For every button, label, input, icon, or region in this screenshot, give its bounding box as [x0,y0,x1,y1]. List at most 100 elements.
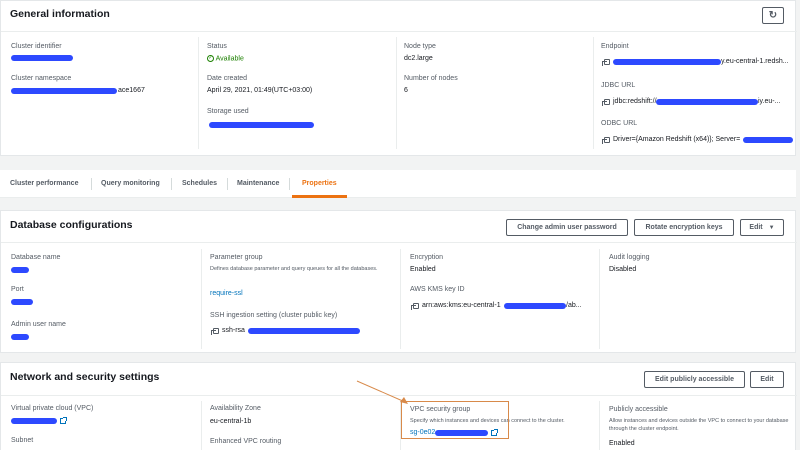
active-tab-indicator [292,195,347,198]
copy-icon[interactable] [602,137,610,144]
rotate-encryption-keys-button[interactable]: Rotate encryption keys [634,219,734,236]
port-redacted [11,299,33,305]
audit-logging-label: Audit logging [609,254,650,261]
database-configurations-title: Database configurations [10,219,133,231]
copy-icon[interactable] [411,303,419,310]
status-text: Available [215,55,244,63]
cluster-identifier-redacted [11,55,73,61]
refresh-icon: ↻ [768,10,778,21]
ssh-key-redacted [248,328,360,334]
jdbc-url-label: JDBC URL [601,82,636,89]
database-name-label: Database name [11,254,61,261]
refresh-button[interactable]: ↻ [762,7,784,24]
kms-key-redacted [504,303,566,309]
tab-cluster-performance[interactable]: Cluster performance [10,180,78,187]
cluster-identifier-label: Cluster identifier [11,43,62,50]
header-divider [1,242,797,243]
endpoint-label: Endpoint [601,43,629,50]
odbc-url-redacted [743,137,793,143]
endpoint-redacted [613,59,721,65]
external-link-icon[interactable] [60,417,67,424]
check-circle-icon: ✓ [207,55,214,62]
copy-icon[interactable] [211,328,219,335]
tab-separator [289,178,290,190]
date-created-label: Date created [207,75,248,82]
cluster-namespace-redacted [11,88,117,94]
encryption-label: Encryption [410,254,444,261]
general-information-panel: General information ↻ Cluster identifier… [0,0,797,156]
audit-logging-value: Disabled [609,266,637,273]
edit-network-button[interactable]: Edit [750,371,784,388]
number-of-nodes-label: Number of nodes [404,75,458,82]
database-configurations-panel: Database configurations Change admin use… [0,210,797,353]
odbc-url-label: ODBC URL [601,120,638,127]
caret-down-icon: ▼ [768,225,775,231]
storage-used-label: Storage used [207,108,249,115]
edit-db-config-button[interactable]: Edit ▼ [740,219,784,236]
kms-key-label: AWS KMS key ID [410,286,465,293]
network-security-title: Network and security settings [10,371,160,383]
date-created-value: April 29, 2021, 01:49(UTC+03:00) [207,87,313,94]
availability-zone-value: eu-central-1b [210,418,252,425]
cluster-tabs: Cluster performance Query monitoring Sch… [0,170,796,198]
cluster-namespace-label: Cluster namespace [11,75,72,82]
highlight-box [401,401,509,439]
port-label: Port [11,286,24,293]
tab-properties[interactable]: Properties [302,180,337,187]
node-type-label: Node type [404,43,436,50]
enhanced-vpc-routing-label: Enhanced VPC routing [210,438,282,445]
publicly-accessible-value: Enabled [609,440,635,447]
jdbc-url-redacted [656,99,758,105]
annotation-arrow [356,380,408,404]
col-divider [396,37,397,149]
copy-icon[interactable] [602,59,610,66]
jdbc-url-suffix[interactable]: iy.eu-... [758,98,780,105]
storage-used-redacted [209,122,314,128]
ssh-ingestion-label: SSH ingestion setting (cluster public ke… [210,312,338,319]
parameter-group-link[interactable]: require-ssl [210,290,243,297]
tab-maintenance[interactable]: Maintenance [237,180,279,187]
encryption-value: Enabled [410,266,436,273]
tab-separator [227,178,228,190]
header-divider [1,31,797,32]
publicly-accessible-label: Publicly accessible [609,406,668,413]
admin-user-name-redacted [11,334,29,340]
col-divider [400,249,401,349]
parameter-group-label: Parameter group [210,254,263,261]
node-type-value: dc2.large [404,55,433,62]
network-security-panel: Network and security settings Edit publi… [0,362,797,450]
endpoint-value[interactable]: y.eu-central-1.redsh... [721,58,789,65]
col-divider [201,401,202,450]
edit-label: Edit [749,224,763,231]
status-label: Status [207,43,227,50]
admin-user-name-label: Admin user name [11,321,66,328]
odbc-url-prefix[interactable]: Driver={Amazon Redshift (x64)}; Server= [613,136,740,143]
edit-publicly-accessible-button[interactable]: Edit publicly accessible [644,371,745,388]
parameter-group-description: Defines database parameter and query que… [210,266,378,272]
kms-key-suffix[interactable]: /ab... [566,302,582,309]
status-value: ✓ Available [207,55,244,62]
col-divider [198,37,199,149]
tab-separator [171,178,172,190]
publicly-accessible-description: Allow instances and devices outside the … [609,418,789,432]
general-information-title: General information [10,8,110,20]
tab-query-monitoring[interactable]: Query monitoring [101,180,160,187]
vpc-label: Virtual private cloud (VPC) [11,405,94,412]
col-divider [599,249,600,349]
subnet-label: Subnet [11,437,34,444]
jdbc-url-prefix[interactable]: jdbc:redshift:// [613,98,657,105]
kms-key-prefix[interactable]: arn:aws:kms:eu-central-1 [422,302,501,309]
col-divider [599,401,600,450]
vpc-id-redacted[interactable] [11,418,57,424]
number-of-nodes-value: 6 [404,87,408,94]
copy-icon[interactable] [602,99,610,106]
col-divider [201,249,202,349]
availability-zone-label: Availability Zone [210,405,261,412]
database-name-redacted [11,267,29,273]
ssh-key-prefix[interactable]: ssh-rsa [222,327,245,334]
cluster-namespace-value: ace1667 [118,87,145,94]
change-admin-password-button[interactable]: Change admin user password [506,219,628,236]
tab-schedules[interactable]: Schedules [182,180,217,187]
tab-separator [91,178,92,190]
col-divider [593,37,594,149]
